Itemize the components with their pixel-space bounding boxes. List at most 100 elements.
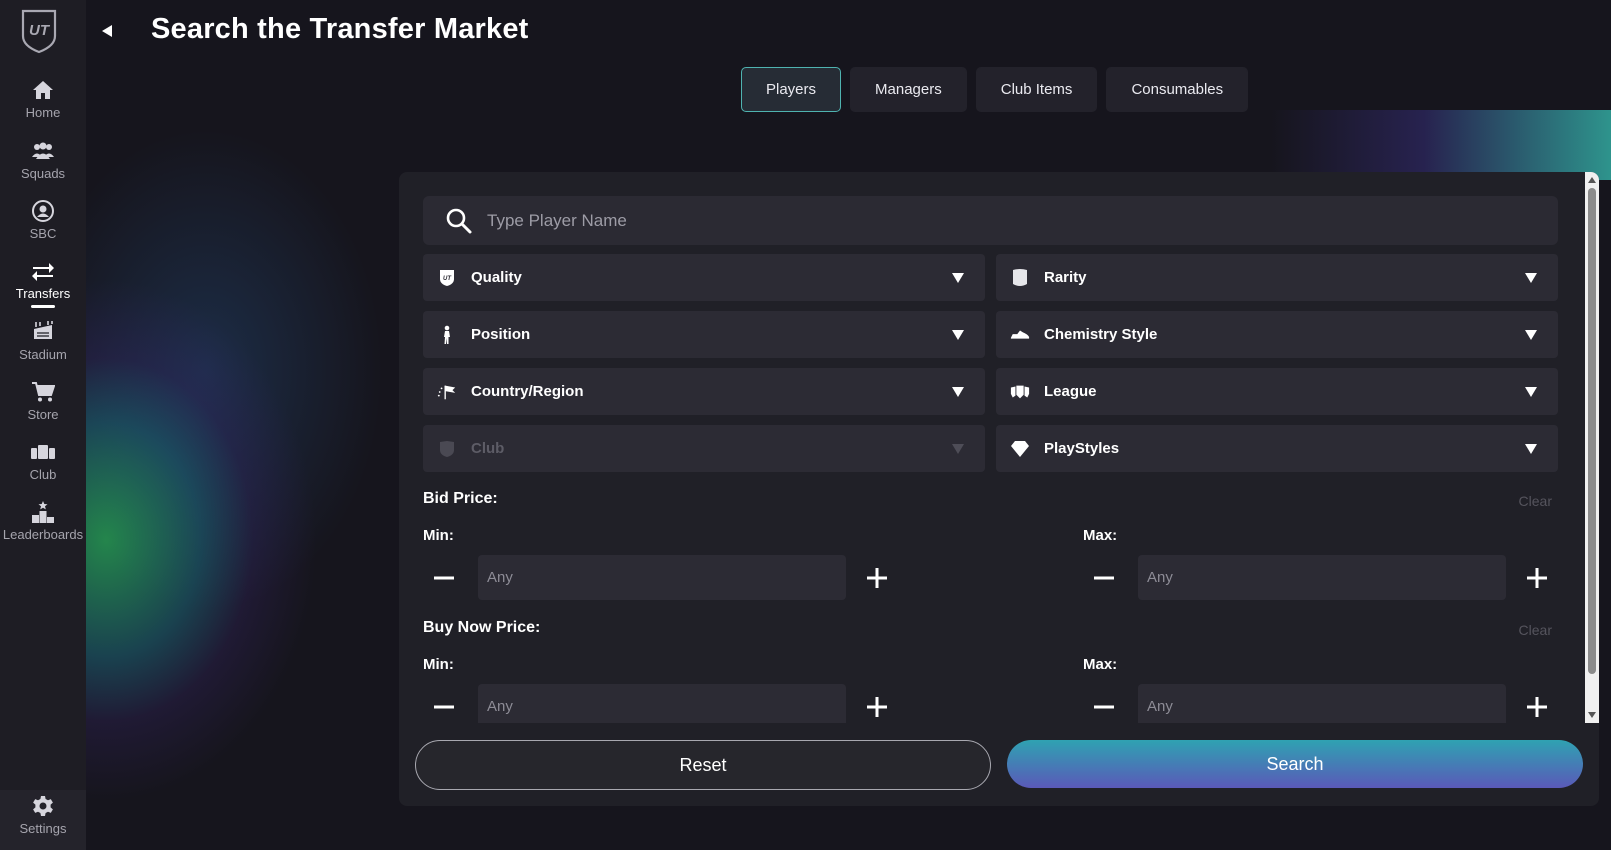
buy-now-max-decrement-button[interactable] [1091,694,1117,720]
player-name-input[interactable] [487,210,1387,231]
tab-consumables[interactable]: Consumables [1106,67,1249,112]
bid-min-input[interactable] [478,555,846,600]
rarity-dropdown[interactable]: Rarity [996,254,1558,301]
sidebar-item-squads[interactable]: Squads [0,139,86,197]
panel-scrollbar[interactable] [1585,172,1599,723]
active-indicator [31,305,55,308]
dropdown-label: Chemistry Style [1044,326,1158,343]
quality-shield-icon: UT [437,268,457,288]
club-icon [30,440,56,464]
tab-managers[interactable]: Managers [850,67,967,112]
buy-now-min-increment-button[interactable] [864,694,890,720]
buy-now-min-decrement-button[interactable] [431,694,457,720]
back-button[interactable] [98,22,116,40]
bid-price-clear-button[interactable]: Clear [1519,493,1552,509]
chemistry-style-dropdown[interactable]: Chemistry Style [996,311,1558,358]
gear-icon [30,794,56,818]
dropdown-label: Position [471,326,531,343]
sidebar-item-label: Squads [20,166,66,181]
bid-min-label: Min: [423,527,454,544]
back-arrow-icon [102,25,112,37]
filters-scroll-area[interactable]: UT Quality Rarity Position Chemistry Sty… [399,172,1584,723]
sidebar: UT Home Squads SBC Transfers Stadium Sto… [0,0,86,850]
search-icon [446,208,472,233]
sidebar-item-stadium[interactable]: Stadium [0,320,86,378]
position-dropdown[interactable]: Position [423,311,985,358]
dropdown-label: PlayStyles [1044,440,1120,457]
buy-now-price-title: Buy Now Price: [423,619,541,636]
svg-text:UT: UT [443,276,452,282]
dropdown-label: Quality [471,269,522,286]
sidebar-item-leaderboards[interactable]: Leaderboards [0,500,86,558]
flag-icon [437,382,457,402]
sidebar-item-label: Leaderboards [2,527,84,542]
bid-max-increment-button[interactable] [1524,565,1550,591]
background-glow-right [1271,110,1611,180]
bid-price-title: Bid Price: [423,490,498,507]
reset-button[interactable]: Reset [415,740,991,790]
sidebar-item-home[interactable]: Home [0,78,86,136]
stadium-icon [30,320,56,344]
playstyles-diamond-icon [1010,439,1030,459]
buy-now-max-input[interactable] [1138,684,1506,723]
club-shield-icon [437,439,457,459]
search-button[interactable]: Search [1007,740,1583,788]
bid-min-decrement-button[interactable] [431,565,457,591]
buy-now-min-label: Min: [423,656,454,673]
playstyles-dropdown[interactable]: PlayStyles [996,425,1558,472]
sidebar-item-label: Transfers [15,286,71,301]
club-dropdown: Club [423,425,985,472]
scroll-up-arrow-icon[interactable] [1588,176,1596,184]
sidebar-item-label: Home [25,105,61,120]
sidebar-item-club[interactable]: Club [0,440,86,498]
sidebar-item-label: Store [27,407,59,422]
bid-max-decrement-button[interactable] [1091,565,1117,591]
tab-club-items[interactable]: Club Items [975,67,1098,112]
quality-dropdown[interactable]: UT Quality [423,254,985,301]
sidebar-item-label: SBC [29,226,57,241]
sidebar-item-sbc[interactable]: SBC [0,199,86,257]
sidebar-item-transfers[interactable]: Transfers [0,259,86,317]
dropdown-label: League [1044,383,1097,400]
country-region-dropdown[interactable]: Country/Region [423,368,985,415]
position-player-icon [437,325,457,345]
settings-area: Settings [0,790,86,850]
scroll-down-arrow-icon[interactable] [1588,711,1596,719]
sidebar-item-store[interactable]: Store [0,380,86,438]
player-search-box [423,196,1558,245]
dropdown-label: Country/Region [471,383,584,400]
league-shields-icon [1010,382,1030,402]
buy-now-price-clear-button[interactable]: Clear [1519,622,1552,638]
sidebar-item-label: Settings [19,821,67,836]
boot-icon [1010,325,1030,345]
sidebar-item-label: Club [29,467,57,482]
squads-icon [30,139,56,163]
rarity-card-icon [1010,268,1030,288]
dropdown-label: Club [471,440,505,457]
chevron-down-icon [952,386,964,397]
chevron-down-icon [952,329,964,340]
tab-players[interactable]: Players [741,67,842,112]
chevron-down-icon [952,272,964,283]
bid-min-increment-button[interactable] [864,565,890,591]
leaderboards-icon [30,500,56,524]
chevron-down-icon [1525,386,1537,397]
buy-now-min-input[interactable] [478,684,846,723]
sidebar-item-settings[interactable]: Settings [0,794,86,850]
category-tabs: Players Managers Club Items Consumables [741,67,1249,112]
ut-logo[interactable]: UT [20,8,58,54]
sbc-icon [30,199,56,223]
store-icon [30,380,56,404]
chevron-down-icon [1525,443,1537,454]
transfers-icon [30,259,56,283]
chevron-down-icon [1525,329,1537,340]
bid-max-input[interactable] [1138,555,1506,600]
page-title: Search the Transfer Market [151,13,529,45]
scrollbar-thumb[interactable] [1588,188,1596,674]
chevron-down-icon [952,443,964,454]
dropdown-label: Rarity [1044,269,1087,286]
league-dropdown[interactable]: League [996,368,1558,415]
buy-now-max-increment-button[interactable] [1524,694,1550,720]
home-icon [30,78,56,102]
bid-max-label: Max: [1083,527,1118,544]
